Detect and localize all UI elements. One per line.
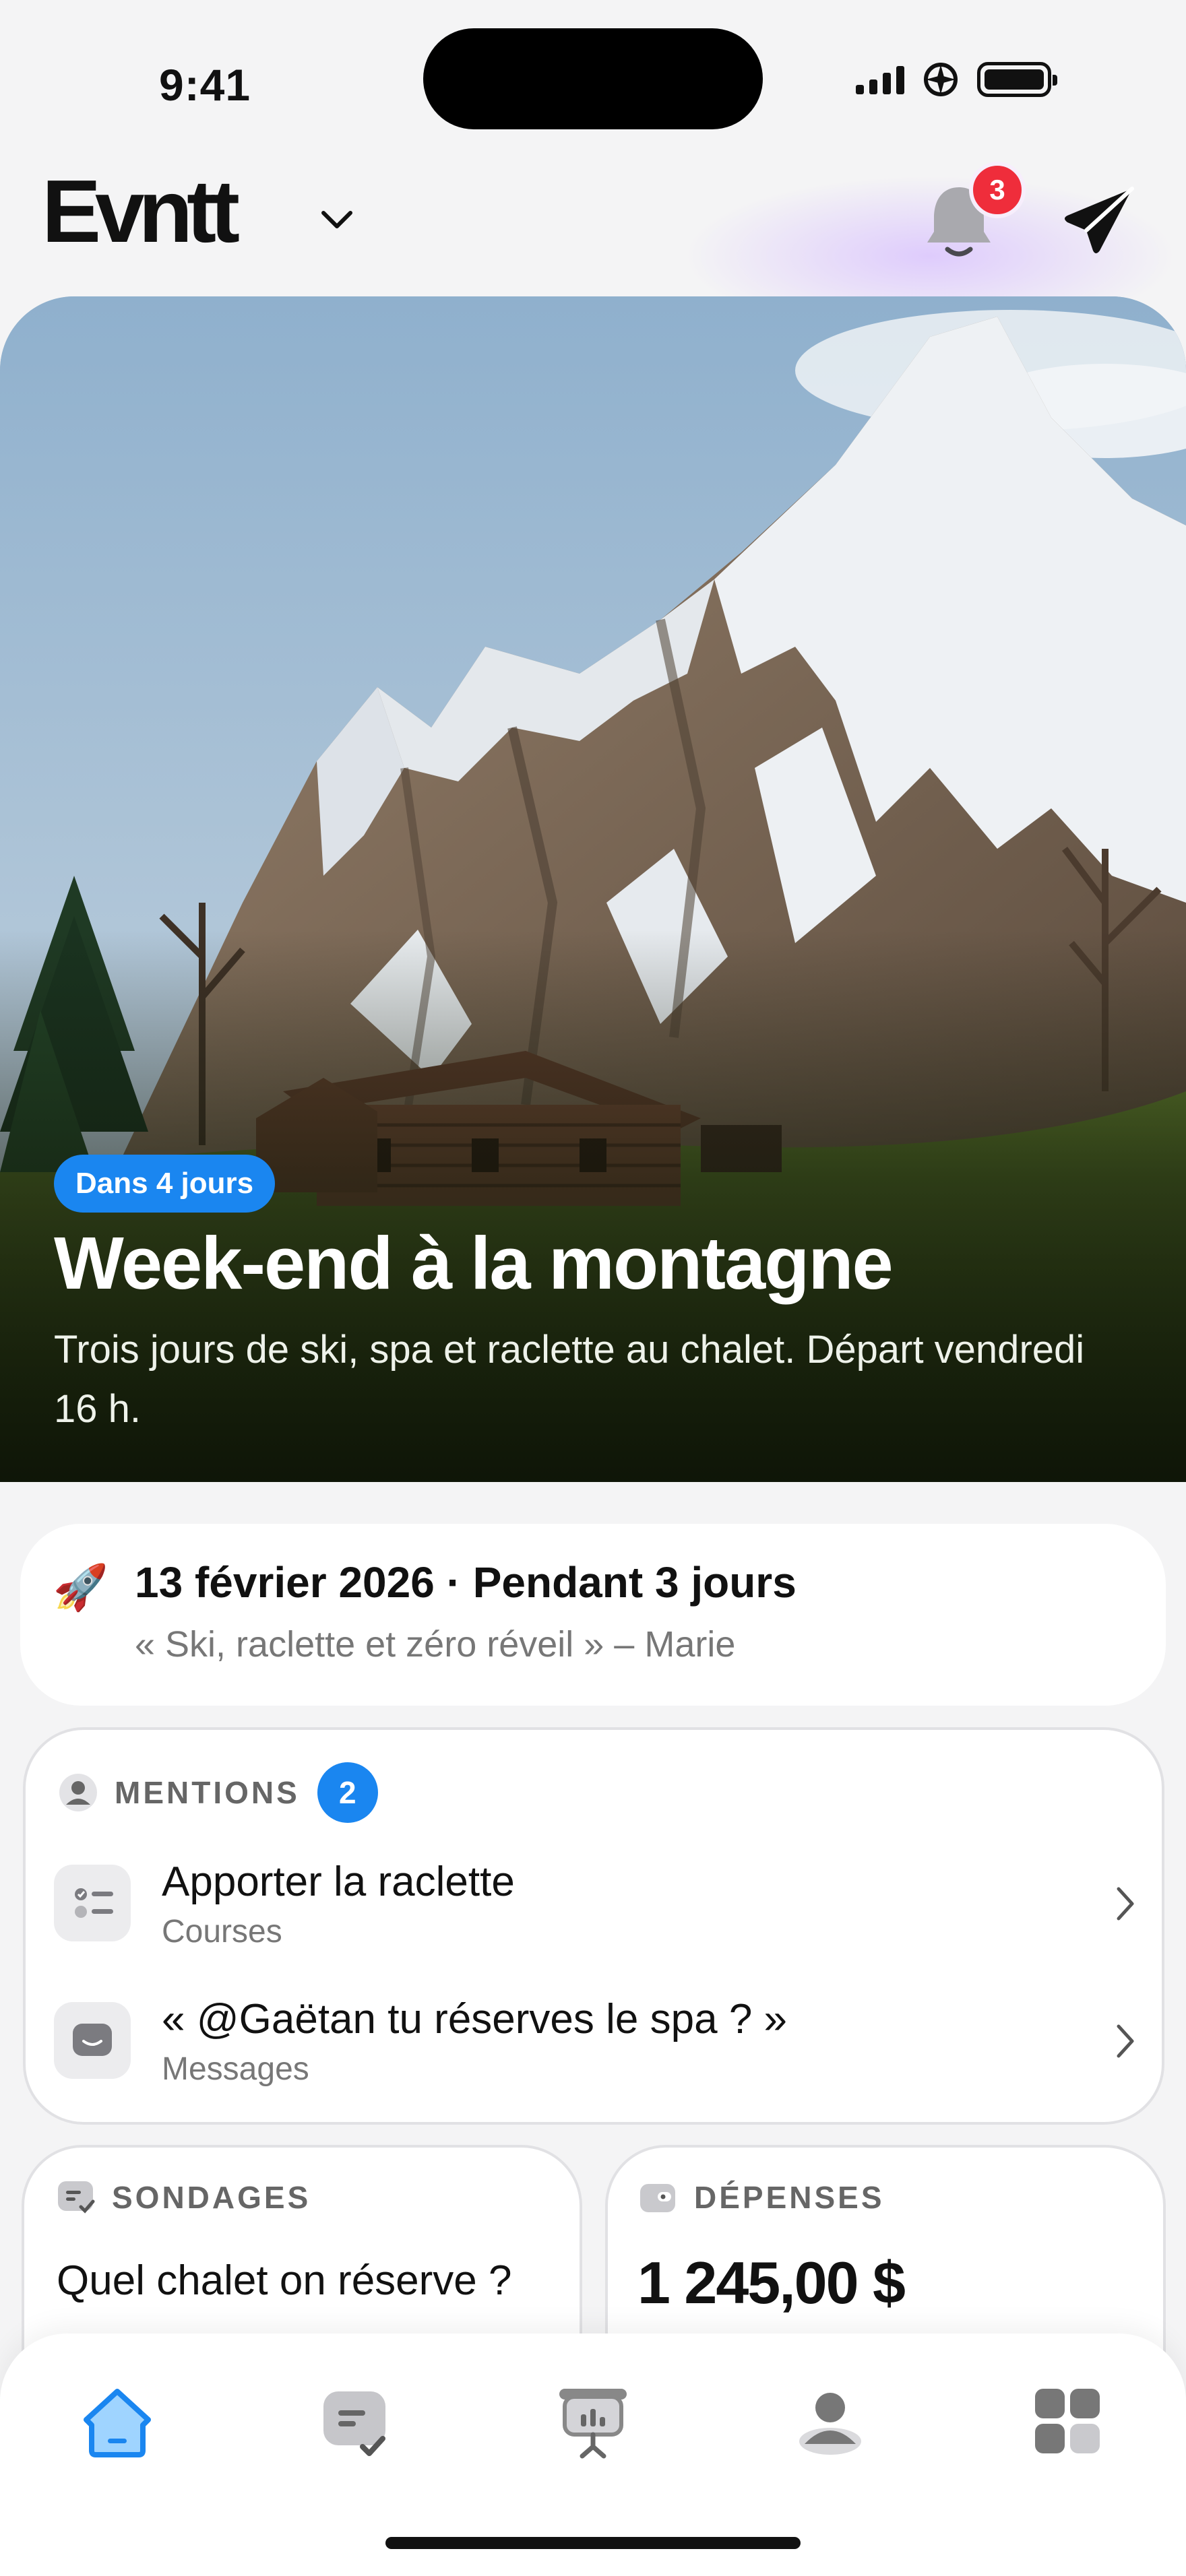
- countdown-badge: Dans 4 jours: [54, 1155, 276, 1213]
- mentions-label: MENTIONS: [115, 1775, 300, 1810]
- polls-label: SONDAGES: [112, 2180, 311, 2215]
- wallet-icon: [640, 2184, 675, 2212]
- polls-header: SONDAGES: [55, 2177, 311, 2218]
- globe-vpn-icon: [924, 63, 958, 96]
- expenses-label: DÉPENSES: [694, 2180, 885, 2215]
- mention-subtitle: Messages: [162, 2051, 309, 2087]
- event-title: Week-end à la montagne: [54, 1222, 894, 1305]
- event-quote: « Ski, raclette et zéro réveil » – Marie: [135, 1624, 736, 1665]
- event-date-card[interactable]: 🚀 13 février 2026 · Pendant 3 jours « Sk…: [20, 1524, 1166, 1706]
- expenses-header: DÉPENSES: [637, 2177, 885, 2218]
- mention-item[interactable]: « @Gaëtan tu réserves le spa ? » Message…: [54, 1995, 1139, 2090]
- status-icons: [856, 59, 1057, 100]
- dynamic-island: [423, 28, 763, 129]
- mentions-count-badge: 2: [317, 1762, 378, 1823]
- mention-title: Apporter la raclette: [162, 1859, 515, 1905]
- poll-question: Quel chalet on réserve ?: [57, 2257, 512, 2304]
- notification-badge: 3: [969, 162, 1026, 218]
- battery-icon: [977, 62, 1057, 97]
- chevron-down-icon[interactable]: [317, 202, 357, 236]
- home-tab-icon[interactable]: [77, 2381, 158, 2461]
- chevron-right-icon: [1117, 1887, 1134, 1921]
- mention-subtitle: Courses: [162, 1914, 282, 1950]
- status-time: 9:41: [159, 60, 251, 110]
- more-tab-icon[interactable]: [1027, 2381, 1108, 2461]
- home-indicator[interactable]: [385, 2537, 801, 2549]
- person-icon: [59, 1774, 97, 1811]
- mention-item[interactable]: Apporter la raclette Courses: [54, 1858, 1139, 1952]
- send-icon[interactable]: [1059, 183, 1140, 257]
- presentation-tab-icon[interactable]: [553, 2381, 633, 2461]
- polls-tab-icon[interactable]: [315, 2381, 396, 2461]
- mention-title: « @Gaëtan tu réserves le spa ? »: [162, 1996, 788, 2042]
- mentions-card: MENTIONS 2 Apporter la raclette Courses …: [23, 1727, 1164, 2125]
- chevron-right-icon: [1117, 2024, 1134, 2058]
- cellular-signal-icon: [856, 65, 904, 94]
- event-date-line: 13 février 2026 · Pendant 3 jours: [135, 1558, 797, 1607]
- members-tab-icon[interactable]: [790, 2381, 871, 2461]
- rocket-icon: 🚀: [53, 1562, 109, 1612]
- event-description: Trois jours de ski, spa et raclette au c…: [54, 1328, 1085, 1431]
- app-logo[interactable]: Evntt: [42, 167, 240, 256]
- checklist-icon: [54, 1865, 131, 1941]
- expenses-amount: 1 245,00 $: [637, 2249, 906, 2316]
- message-bubble-icon: [54, 2002, 131, 2079]
- mentions-header: MENTIONS 2: [58, 1762, 378, 1823]
- poll-icon: [58, 2181, 95, 2214]
